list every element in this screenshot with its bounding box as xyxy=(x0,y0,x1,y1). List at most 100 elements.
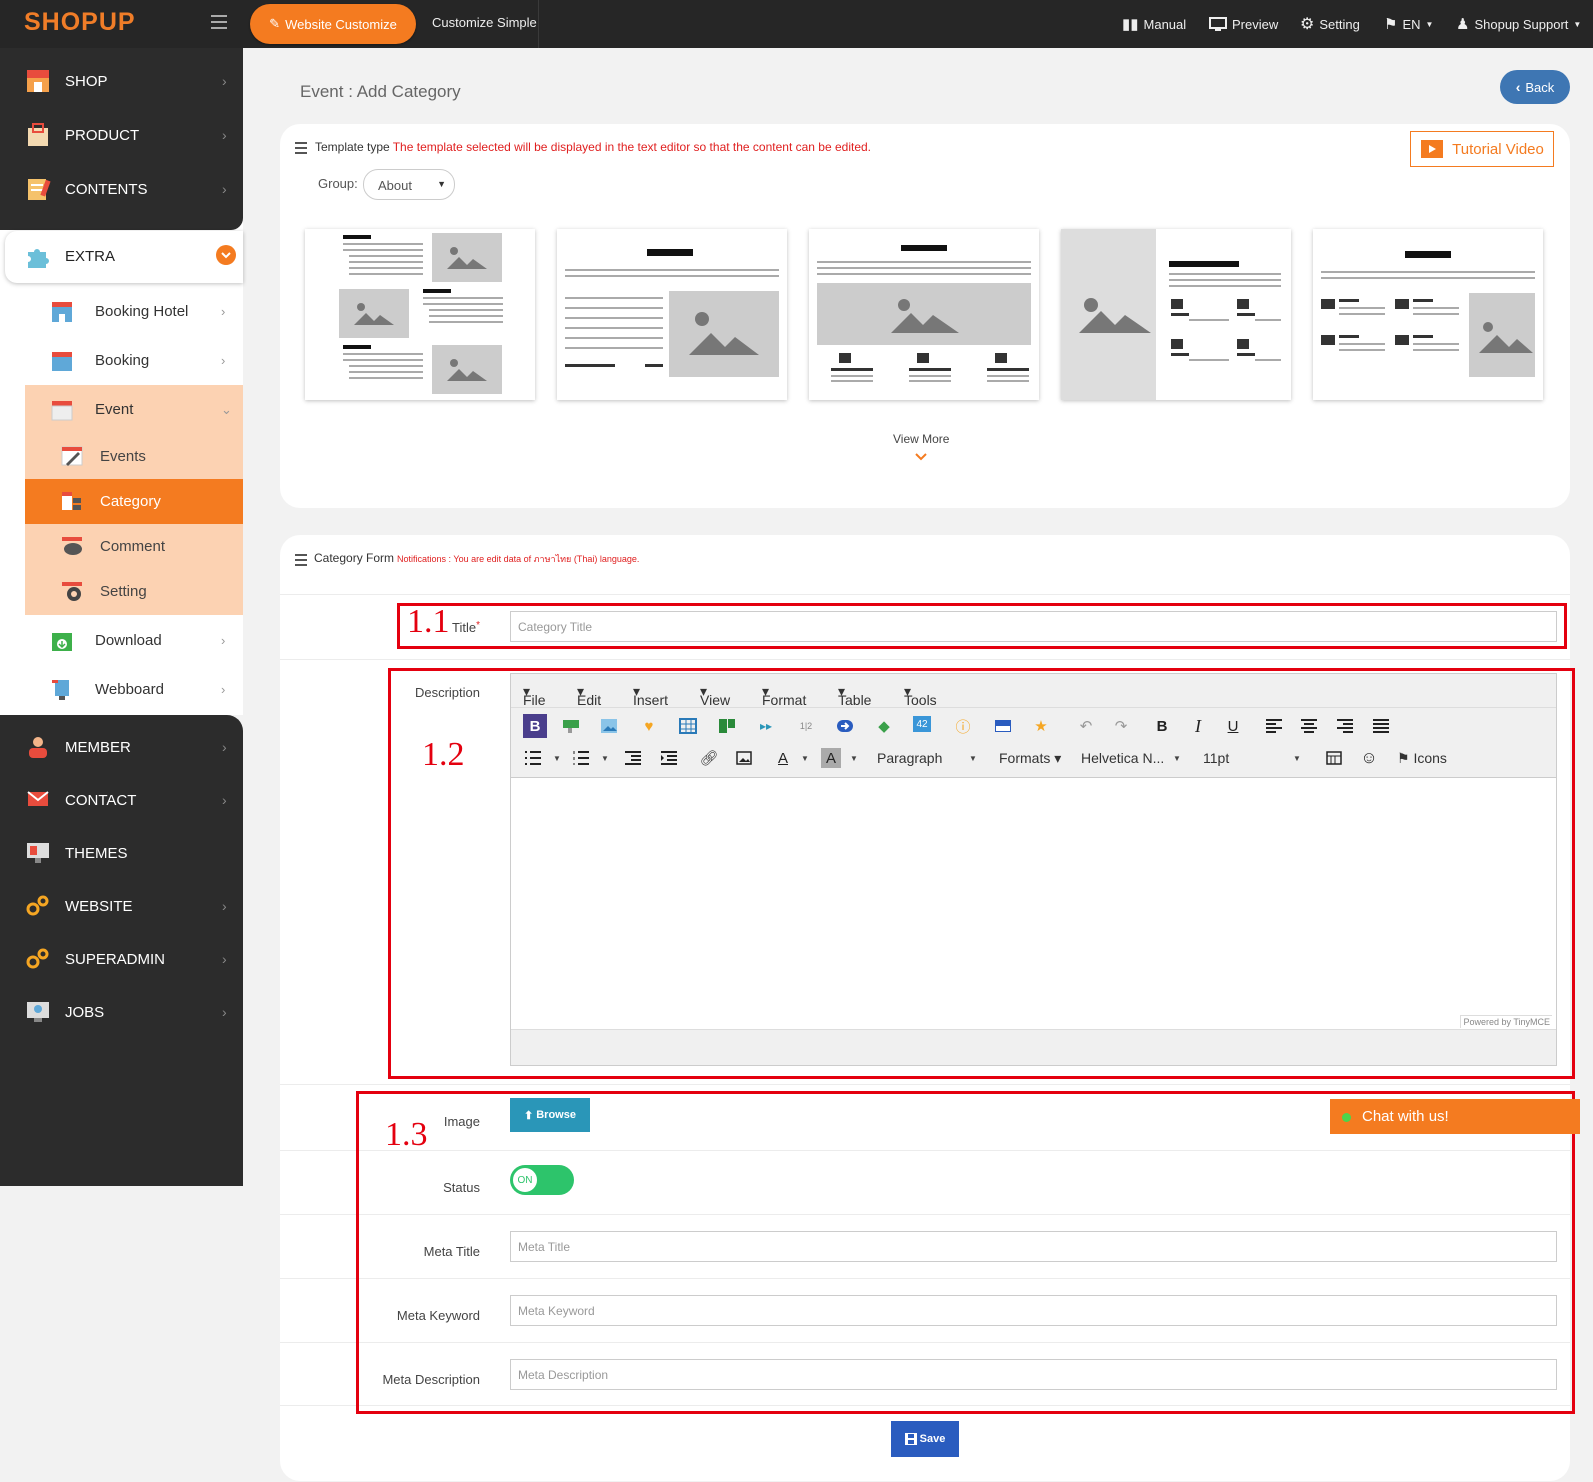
sidebar-item-events[interactable]: Events xyxy=(25,434,243,479)
template-thumbnail-2[interactable] xyxy=(557,229,787,400)
preview-link[interactable]: Preview xyxy=(1209,14,1278,34)
group-select-value: About xyxy=(378,178,412,193)
template-3-preview xyxy=(817,245,1031,382)
chat-label: Chat with us! xyxy=(1362,1108,1449,1125)
sidebar-item-product[interactable]: PRODUCT › xyxy=(0,108,243,162)
view-more-link[interactable]: View More xyxy=(893,432,949,446)
divider xyxy=(280,1084,1570,1085)
sidebar-item-category[interactable]: Category xyxy=(25,479,243,524)
chevron-right-icon: › xyxy=(222,181,227,197)
annotation-box-1 xyxy=(397,603,1567,649)
sidebar-item-superadmin[interactable]: SUPERADMIN › xyxy=(0,932,243,986)
top-bar: SHOPUP ✎ Website Customize Customize Sim… xyxy=(0,0,1593,48)
chevron-right-icon: › xyxy=(222,792,227,808)
gears-icon xyxy=(25,893,51,919)
language-dropdown[interactable]: ⚑ EN ▼ xyxy=(1384,14,1433,34)
save-button[interactable]: Save xyxy=(891,1421,959,1457)
sidebar-item-member[interactable]: MEMBER › xyxy=(0,720,243,774)
list-icon xyxy=(295,554,307,569)
chevron-right-icon: › xyxy=(221,304,226,319)
template-1-preview xyxy=(339,233,503,394)
sidebar-item-setting[interactable]: Setting xyxy=(25,569,243,614)
template-thumbnail-4[interactable] xyxy=(1061,229,1291,400)
sidebar-label: EXTRA xyxy=(65,248,116,265)
chat-widget[interactable]: Chat with us! xyxy=(1330,1099,1580,1134)
template-type-header: Template type The template selected will … xyxy=(315,140,871,154)
sidebar-label: Event xyxy=(95,401,134,418)
annotation-label-3: 1.3 xyxy=(385,1116,428,1153)
sidebar-item-contents[interactable]: CONTENTS › xyxy=(0,162,243,216)
list-icon xyxy=(295,142,307,157)
sidebar-item-jobs[interactable]: JOBS › xyxy=(0,985,243,1039)
website-customize-label: Website Customize xyxy=(285,16,397,32)
category-form-header: Category Form Notifications : You are edi… xyxy=(314,551,639,566)
template-thumbnail-5[interactable] xyxy=(1313,229,1543,400)
magic-wand-icon: ✎ xyxy=(269,16,281,31)
back-button[interactable]: ‹ Back xyxy=(1500,70,1570,104)
sidebar-label: CONTENTS xyxy=(65,180,148,198)
chevron-down-icon: ⌄ xyxy=(221,401,232,417)
book-icon: ▮▮ xyxy=(1122,16,1139,33)
gear-icon: ⚙ xyxy=(1300,16,1315,33)
pencil-icon xyxy=(60,444,84,468)
caret-down-icon: ▼ xyxy=(437,179,446,189)
website-customize-button[interactable]: ✎ Website Customize xyxy=(250,4,416,44)
sidebar-item-comment[interactable]: Comment xyxy=(25,524,243,569)
template-thumbnail-3[interactable] xyxy=(809,229,1039,400)
template-2-preview xyxy=(565,249,779,377)
video-icon xyxy=(1420,139,1444,159)
sidebar-label: Booking Hotel xyxy=(95,303,189,320)
sidebar-label: Setting xyxy=(100,583,147,600)
template-thumbnail-1[interactable] xyxy=(305,229,535,400)
sidebar-label: CONTACT xyxy=(65,791,137,809)
chevron-right-icon: › xyxy=(222,898,227,914)
sidebar-label: JOBS xyxy=(65,1003,105,1021)
chevron-left-icon: ‹ xyxy=(1515,79,1521,95)
sidebar-item-shop[interactable]: SHOP › xyxy=(0,54,243,108)
sidebar-item-webboard[interactable]: Webboard › xyxy=(25,665,243,714)
product-icon xyxy=(25,122,51,148)
support-label: Shopup Support xyxy=(1474,16,1569,32)
category-icon xyxy=(60,489,84,513)
flag-icon: ⚑ xyxy=(1384,16,1398,33)
sidebar-item-booking[interactable]: Booking › xyxy=(25,336,243,385)
sidebar-label: Events xyxy=(100,448,146,465)
sidebar-bottom: MEMBER › CONTACT › THEMES WEBSITE › SUPE… xyxy=(0,715,243,1186)
setting-label: Setting xyxy=(1319,16,1360,32)
tutorial-video-button[interactable]: Tutorial Video xyxy=(1410,131,1554,167)
group-label: Group: xyxy=(318,176,358,191)
sidebar-item-website[interactable]: WEBSITE › xyxy=(0,879,243,933)
template-notice: The template selected will be displayed … xyxy=(392,140,872,154)
sidebar-item-themes[interactable]: THEMES xyxy=(0,826,243,880)
chevron-down-icon[interactable] xyxy=(914,452,928,462)
contents-icon xyxy=(25,176,51,202)
manual-link[interactable]: ▮▮ Manual xyxy=(1122,14,1186,34)
support-dropdown[interactable]: ♟ Shopup Support ▼ xyxy=(1456,14,1581,34)
chevron-right-icon: › xyxy=(222,739,227,755)
monitor-icon xyxy=(1209,16,1227,32)
category-form-label: Category Form xyxy=(314,551,395,565)
annotation-box-3 xyxy=(356,1091,1575,1414)
annotation-label-1: 1.1 xyxy=(407,603,450,640)
sidebar-item-extra[interactable]: EXTRA xyxy=(5,231,243,283)
annotation-label-2: 1.2 xyxy=(422,736,465,773)
download-icon xyxy=(50,629,74,653)
sidebar-item-event[interactable]: Event ⌄ xyxy=(25,385,243,434)
group-select[interactable]: About ▼ xyxy=(363,169,455,200)
customize-simple-link[interactable]: Customize Simple xyxy=(432,15,537,30)
back-label: Back xyxy=(1525,79,1555,95)
save-label: Save xyxy=(919,1433,946,1445)
menu-toggle-icon[interactable] xyxy=(211,15,227,33)
annotation-box-2 xyxy=(388,668,1575,1079)
sidebar-item-booking-hotel[interactable]: Booking Hotel › xyxy=(25,287,243,336)
sidebar-item-download[interactable]: Download › xyxy=(25,616,243,665)
chevron-right-icon: › xyxy=(221,682,226,697)
sidebar-label: Comment xyxy=(100,538,166,555)
logo[interactable]: SHOPUP xyxy=(24,8,136,37)
person-icon: ♟ xyxy=(1456,16,1470,33)
manual-label: Manual xyxy=(1143,16,1187,32)
template-5-preview xyxy=(1321,251,1535,377)
sidebar-item-contact[interactable]: CONTACT › xyxy=(0,773,243,827)
preview-label: Preview xyxy=(1232,16,1279,32)
setting-link[interactable]: ⚙ Setting xyxy=(1300,14,1360,34)
